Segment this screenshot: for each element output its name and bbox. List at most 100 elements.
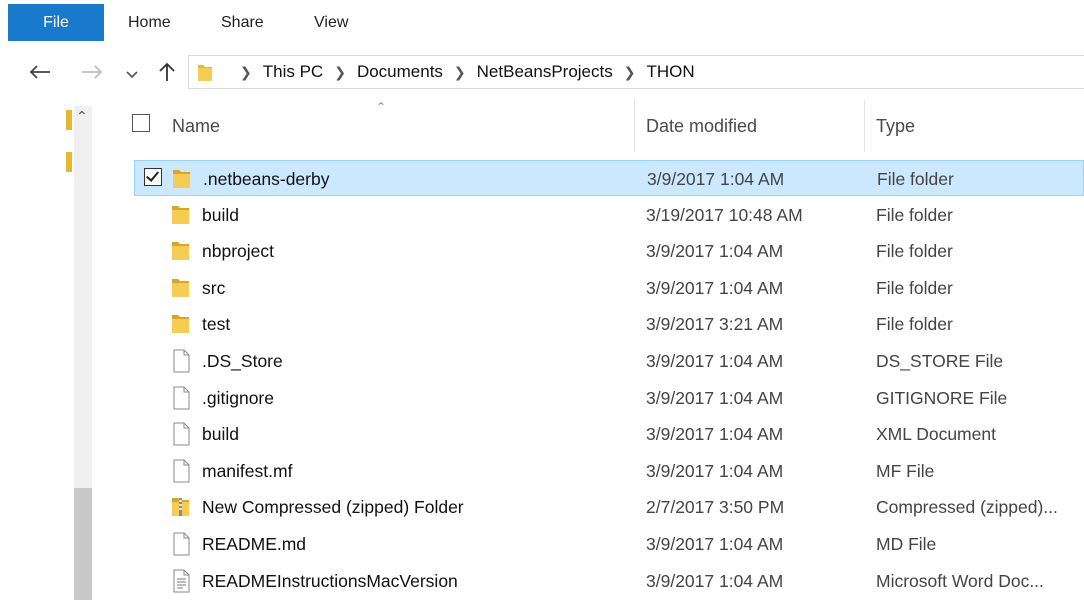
file-date-modified: 3/9/2017 1:04 AM bbox=[646, 351, 784, 371]
file-date-modified: 3/9/2017 1:04 AM bbox=[647, 169, 785, 189]
file-type: File folder bbox=[876, 204, 953, 225]
file-row[interactable]: nbproject 3/9/2017 1:04 AM File folder bbox=[134, 233, 1084, 269]
file-type: File folder bbox=[876, 314, 953, 335]
file-name: READMEInstructionsMacVersion bbox=[202, 570, 458, 591]
file-row[interactable]: .netbeans-derby 3/9/2017 1:04 AM File fold… bbox=[134, 160, 1084, 196]
navigation-pane: ⌃ bbox=[62, 100, 114, 600]
arrow-left-icon bbox=[29, 65, 50, 79]
recent-locations-button[interactable] bbox=[122, 52, 142, 92]
select-all-checkbox[interactable] bbox=[132, 114, 150, 132]
tab-view[interactable]: View bbox=[314, 4, 348, 41]
file-date-modified: 3/9/2017 1:04 AM bbox=[646, 570, 784, 591]
address-bar[interactable]: ❯ This PC ❯ Documents ❯ NetBeansProjects ❯ THON bbox=[188, 55, 1084, 89]
file-type: Compressed (zipped)... bbox=[876, 497, 1058, 518]
folder-icon bbox=[198, 65, 212, 81]
file-type: File folder bbox=[876, 241, 953, 262]
file-type: MD File bbox=[876, 534, 937, 554]
file-name: src bbox=[202, 277, 226, 298]
back-button[interactable] bbox=[26, 52, 54, 92]
file-row[interactable]: New Compressed (zipped) Folder 2/7/2017 3… bbox=[134, 489, 1084, 525]
arrow-right-icon bbox=[82, 65, 103, 79]
chevron-down-icon bbox=[126, 71, 138, 79]
file-date-modified: 3/9/2017 1:04 AM bbox=[646, 460, 784, 481]
ribbon: File Home Share View bbox=[0, 0, 1084, 44]
file-type: DS_STORE File bbox=[876, 351, 1004, 371]
file-icon bbox=[173, 459, 190, 483]
row-checkbox[interactable] bbox=[144, 168, 162, 186]
file-name: New Compressed (zipped) Folder bbox=[202, 497, 464, 518]
breadcrumb-thon[interactable]: THON bbox=[646, 62, 694, 81]
zip-folder-icon bbox=[172, 498, 189, 517]
file-date-modified: 3/9/2017 3:21 AM bbox=[646, 314, 784, 335]
file-type: GITIGNORE File bbox=[876, 387, 1008, 408]
folder-icon bbox=[172, 205, 189, 224]
file-name: test bbox=[202, 314, 231, 335]
tab-file[interactable]: File bbox=[8, 4, 104, 41]
file-name: .netbeans-derby bbox=[203, 169, 330, 189]
chevron-right-icon[interactable]: ❯ bbox=[613, 64, 647, 80]
breadcrumb-this-pc[interactable]: This PC bbox=[263, 62, 323, 81]
file-row[interactable]: manifest.mf 3/9/2017 1:04 AM MF File bbox=[134, 453, 1084, 489]
tab-share[interactable]: Share bbox=[221, 4, 264, 41]
file-name: build bbox=[202, 424, 239, 445]
column-header-date-modified[interactable]: Date modified bbox=[646, 114, 757, 138]
column-divider[interactable] bbox=[864, 100, 865, 152]
column-header-type[interactable]: Type bbox=[876, 114, 915, 138]
file-row[interactable]: .gitignore 3/9/2017 1:04 AM GITIGNORE File bbox=[134, 380, 1084, 416]
folder-icon bbox=[173, 170, 190, 188]
file-name: manifest.mf bbox=[202, 460, 293, 481]
file-name: .gitignore bbox=[202, 387, 274, 408]
tab-home[interactable]: Home bbox=[128, 4, 171, 41]
file-type: File folder bbox=[877, 169, 954, 189]
file-type: Microsoft Word Doc... bbox=[876, 570, 1044, 591]
forward-button[interactable] bbox=[78, 52, 106, 92]
column-divider[interactable] bbox=[634, 100, 635, 152]
folder-icon bbox=[172, 242, 189, 261]
chevron-right-icon[interactable]: ❯ bbox=[323, 64, 357, 80]
file-date-modified: 3/9/2017 1:04 AM bbox=[646, 534, 784, 554]
file-row[interactable]: src 3/9/2017 1:04 AM File folder bbox=[134, 270, 1084, 306]
arrow-up-icon bbox=[159, 62, 175, 81]
file-type: File folder bbox=[876, 277, 953, 298]
breadcrumb-netbeansprojects[interactable]: NetBeansProjects bbox=[477, 62, 613, 81]
navigation-bar: ❯ This PC ❯ Documents ❯ NetBeansProjects ❯ THON bbox=[0, 52, 1084, 92]
file-icon bbox=[173, 349, 190, 373]
file-date-modified: 3/19/2017 10:48 AM bbox=[646, 204, 803, 225]
folder-icon[interactable] bbox=[66, 110, 72, 130]
file-row[interactable]: test 3/9/2017 3:21 AM File folder bbox=[134, 306, 1084, 342]
file-date-modified: 3/9/2017 1:04 AM bbox=[646, 277, 784, 298]
column-header-row: ⌃ Name Date modified Type bbox=[114, 100, 1084, 152]
file-icon bbox=[173, 386, 190, 410]
file-row[interactable]: .DS_Store 3/9/2017 1:04 AM DS_STORE File bbox=[134, 343, 1084, 379]
file-row[interactable]: READMEInstructionsMacVersion 3/9/2017 1:0… bbox=[134, 563, 1084, 599]
chevron-right-icon[interactable]: ❯ bbox=[229, 64, 263, 80]
column-header-name[interactable]: Name bbox=[172, 114, 220, 138]
file-date-modified: 3/9/2017 1:04 AM bbox=[646, 424, 784, 445]
folder-icon[interactable] bbox=[66, 152, 72, 172]
file-list: ⌃ Name Date modified Type .netbeans-derb… bbox=[114, 100, 1084, 600]
scrollbar-thumb[interactable] bbox=[74, 488, 92, 600]
file-row[interactable]: build 3/9/2017 1:04 AM XML Document bbox=[134, 416, 1084, 452]
breadcrumb: ❯ This PC ❯ Documents ❯ NetBeansProjects ❯ THON bbox=[229, 56, 695, 88]
breadcrumb-documents[interactable]: Documents bbox=[357, 62, 443, 81]
file-type: XML Document bbox=[876, 424, 996, 445]
file-icon bbox=[173, 532, 190, 556]
file-name: nbproject bbox=[202, 241, 274, 262]
file-row[interactable]: build 3/19/2017 10:48 AM File folder bbox=[134, 197, 1084, 233]
file-type: MF File bbox=[876, 460, 935, 481]
word-document-icon bbox=[173, 569, 190, 593]
file-date-modified: 2/7/2017 3:50 PM bbox=[646, 497, 785, 518]
file-icon bbox=[173, 422, 190, 446]
file-name: build bbox=[202, 204, 239, 225]
folder-icon bbox=[172, 315, 189, 334]
file-name: README.md bbox=[202, 534, 307, 554]
file-row[interactable]: README.md 3/9/2017 1:04 AM MD File bbox=[134, 526, 1084, 562]
folder-icon bbox=[172, 278, 189, 297]
file-date-modified: 3/9/2017 1:04 AM bbox=[646, 241, 784, 262]
file-date-modified: 3/9/2017 1:04 AM bbox=[646, 387, 784, 408]
file-name: .DS_Store bbox=[202, 351, 283, 371]
scroll-up-icon[interactable]: ⌃ bbox=[76, 108, 88, 125]
up-button[interactable] bbox=[154, 52, 180, 92]
chevron-right-icon[interactable]: ❯ bbox=[443, 64, 477, 80]
sort-ascending-icon: ⌃ bbox=[376, 100, 387, 114]
